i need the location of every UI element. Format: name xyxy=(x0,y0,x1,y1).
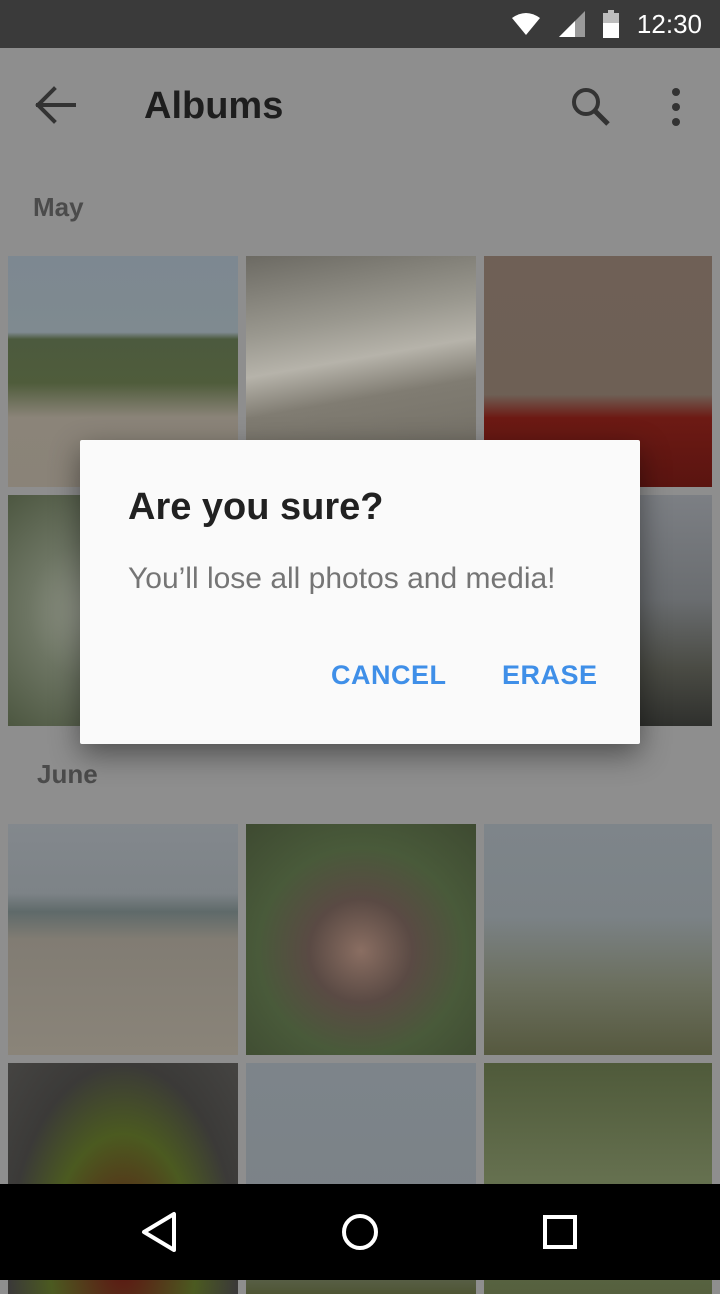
nav-home-icon[interactable] xyxy=(336,1208,384,1256)
dialog-title: Are you sure? xyxy=(128,486,384,528)
page-title: Albums xyxy=(144,85,284,127)
back-arrow-icon[interactable] xyxy=(30,82,80,128)
section-label-june: June xyxy=(37,759,98,789)
status-time: 12:30 xyxy=(636,8,702,39)
nav-recents-icon[interactable] xyxy=(536,1208,584,1256)
photo-blossom-tree[interactable] xyxy=(484,824,712,1055)
app-bar: Albums xyxy=(0,48,720,160)
cellular-signal-icon xyxy=(558,11,585,37)
erase-button[interactable]: ERASE xyxy=(502,660,598,691)
photo-child-in-grass[interactable] xyxy=(246,824,476,1055)
photo-beach-kids[interactable] xyxy=(8,824,238,1055)
confirm-dialog: Are you sure? You’ll lose all photos and… xyxy=(80,440,640,744)
more-options-icon[interactable] xyxy=(662,84,690,130)
wifi-icon xyxy=(511,13,540,35)
system-nav-bar xyxy=(0,1184,720,1280)
cancel-button[interactable]: CANCEL xyxy=(331,660,447,691)
dialog-message: You’ll lose all photos and media! xyxy=(128,562,556,595)
nav-back-icon[interactable] xyxy=(136,1208,184,1256)
battery-icon xyxy=(602,10,619,38)
section-label-may: May xyxy=(33,192,84,222)
status-bar: 12:30 xyxy=(0,0,720,48)
search-icon[interactable] xyxy=(568,84,614,130)
